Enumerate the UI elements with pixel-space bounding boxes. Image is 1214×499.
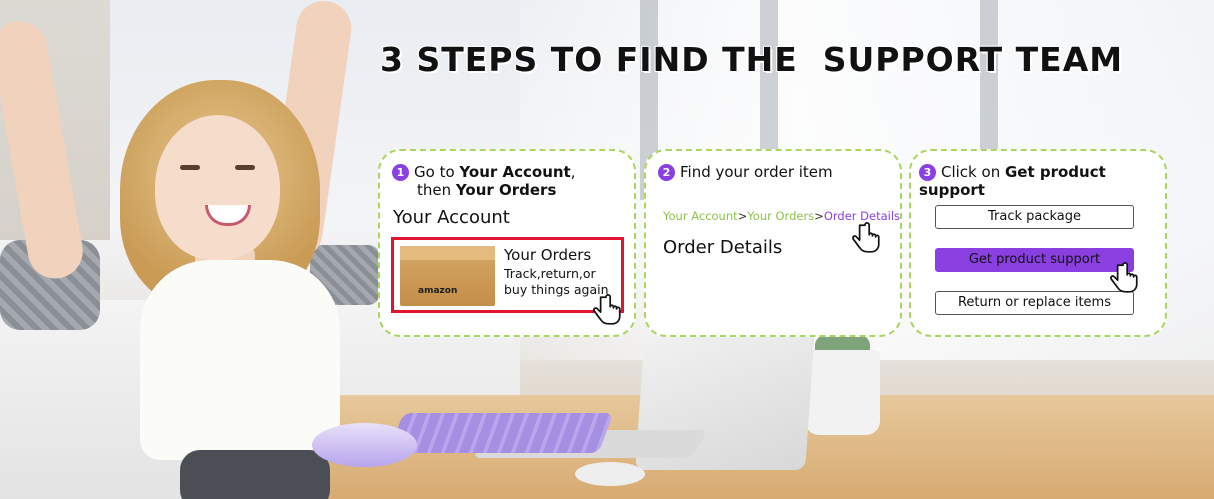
- step-number-badge: 2: [658, 164, 675, 181]
- your-orders-title: Your Orders: [504, 246, 592, 264]
- step-3-title: 3 Click on Get product support: [919, 163, 1106, 199]
- step-1-title: 1 Go to Your Account, then Your Orders: [392, 163, 576, 199]
- step-card-2: 2 Find your order item Your Account>Your …: [644, 149, 902, 337]
- pointer-hand-icon: [593, 294, 621, 325]
- breadcrumb-your-orders[interactable]: Your Orders: [747, 209, 814, 223]
- step-card-1: 1 Go to Your Account, then Your Orders Yo…: [378, 149, 636, 337]
- get-product-support-button[interactable]: Get product support: [935, 248, 1134, 272]
- woman-face: [155, 115, 280, 260]
- woman-eye: [180, 165, 200, 170]
- track-package-button[interactable]: Track package: [935, 205, 1134, 229]
- woman-body: [140, 260, 340, 460]
- step-number-badge: 1: [392, 164, 409, 181]
- purple-keyboard: [388, 413, 614, 453]
- plant-pot: [805, 350, 880, 435]
- return-or-replace-button[interactable]: Return or replace items: [935, 291, 1134, 315]
- breadcrumb-your-account[interactable]: Your Account: [663, 209, 738, 223]
- amazon-box-image: amazon: [400, 246, 495, 306]
- woman-legs: [180, 450, 330, 499]
- step-2-title: 2 Find your order item: [658, 163, 833, 181]
- purple-mouse: [312, 423, 417, 467]
- pointer-hand-icon: [852, 222, 880, 253]
- order-details-heading: Order Details: [663, 237, 783, 258]
- pointer-hand-icon: [1110, 262, 1138, 293]
- white-mouse: [575, 462, 645, 486]
- your-account-heading: Your Account: [393, 207, 510, 228]
- step-number-badge: 3: [919, 164, 936, 181]
- support-banner: 3 STEPS TO FIND THE SUPPORT TEAM 1 Go to …: [0, 0, 1214, 499]
- woman-eye: [235, 165, 255, 170]
- step-card-3: 3 Click on Get product support Track pack…: [909, 149, 1167, 337]
- headline: 3 STEPS TO FIND THE SUPPORT TEAM: [380, 40, 1124, 79]
- amazon-logo: amazon: [418, 286, 458, 296]
